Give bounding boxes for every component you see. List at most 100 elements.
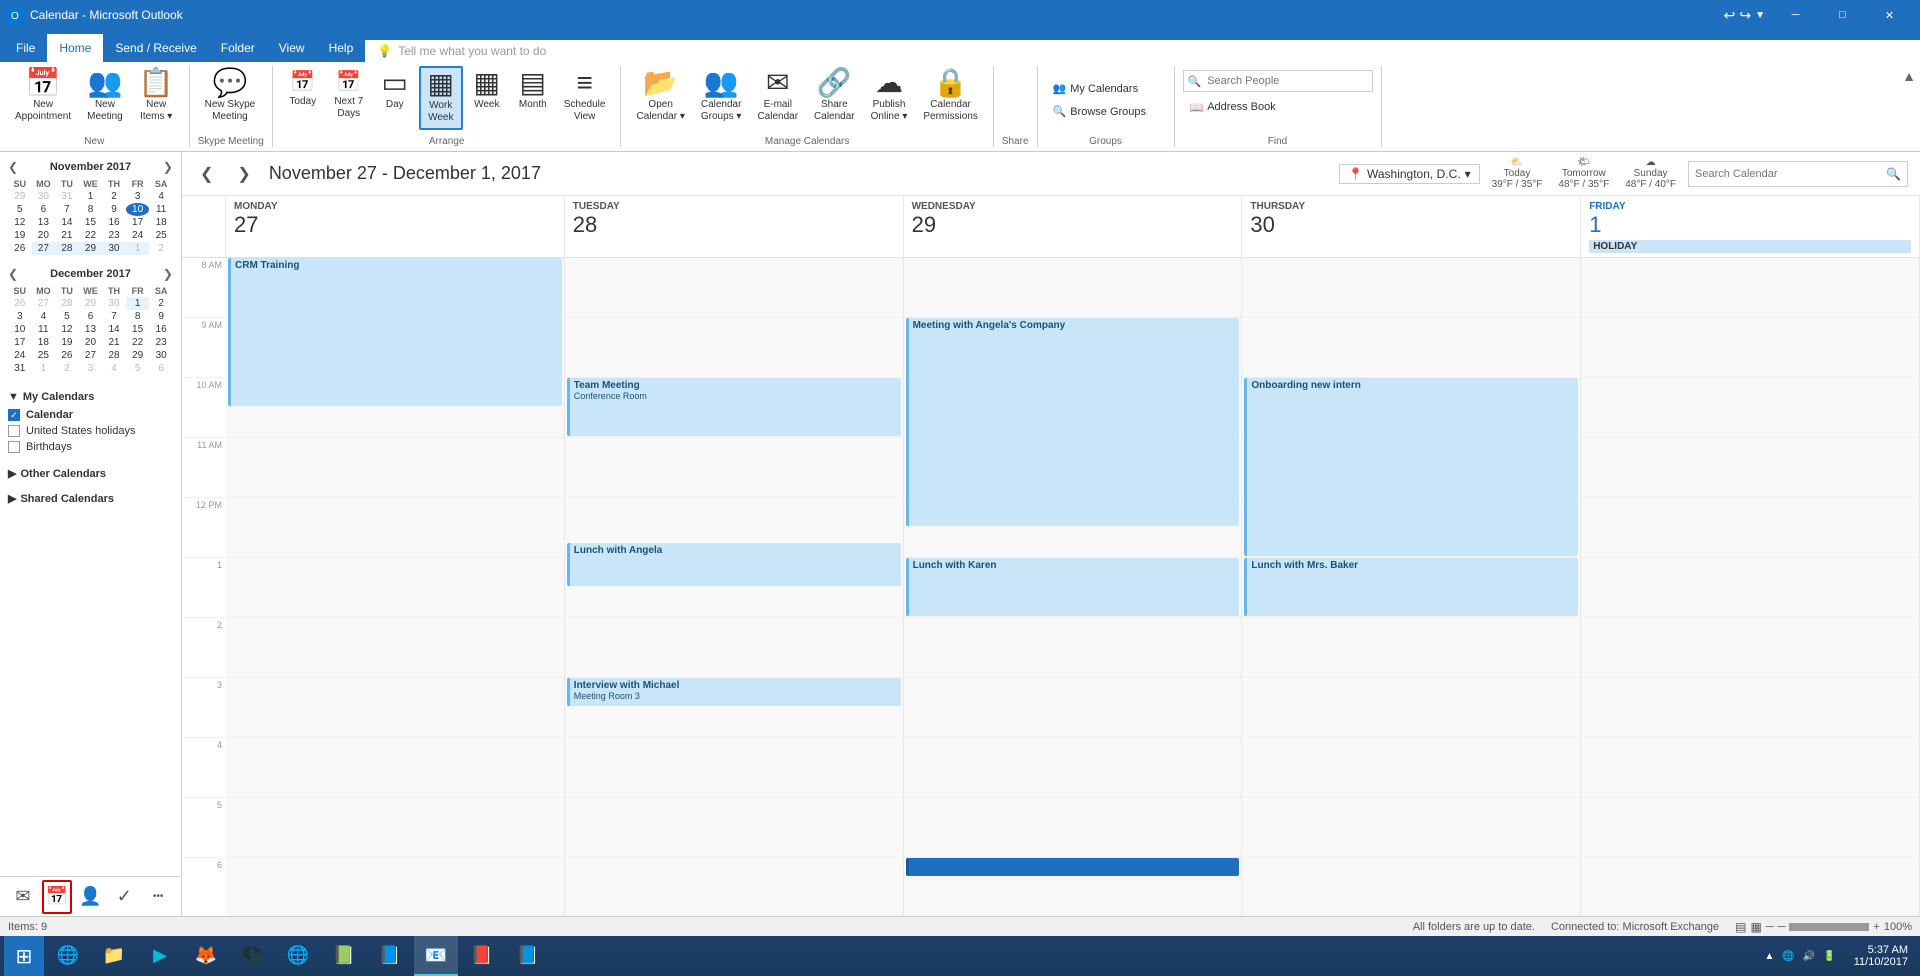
hour-cell[interactable]: [904, 618, 1242, 678]
cal-day[interactable]: 7: [55, 203, 79, 216]
new-group-button[interactable]: 👥 My Calendars: [1046, 78, 1166, 100]
hour-cell[interactable]: [904, 798, 1242, 858]
customize-icon[interactable]: ▼: [1755, 10, 1765, 21]
tray-chevron[interactable]: ▲: [1764, 951, 1774, 962]
event-onboarding[interactable]: Onboarding new intern: [1244, 378, 1578, 556]
cal-day-selected[interactable]: 29: [79, 242, 103, 255]
hour-cell[interactable]: [1242, 618, 1580, 678]
taskbar-explorer[interactable]: 📁: [92, 936, 136, 976]
share-calendar-button[interactable]: 🔗 ShareCalendar: [807, 66, 862, 130]
cal-day[interactable]: 18: [149, 216, 173, 229]
tell-me-bar[interactable]: 💡 Tell me what you want to do: [365, 40, 1920, 62]
hour-cell[interactable]: [226, 558, 564, 618]
battery-icon[interactable]: 🔋: [1823, 951, 1835, 962]
hour-cell[interactable]: [1581, 258, 1919, 318]
cal-day-selected[interactable]: 30: [102, 242, 126, 255]
cal-day[interactable]: 11: [149, 203, 173, 216]
zoom-out-icon[interactable]: ─: [1778, 921, 1786, 933]
event-lunch-baker[interactable]: Lunch with Mrs. Baker: [1244, 558, 1578, 616]
cal-day[interactable]: 19: [8, 229, 32, 242]
close-button[interactable]: ✕: [1867, 0, 1912, 30]
people-nav-button[interactable]: 👤: [76, 880, 106, 914]
cal-prev-button[interactable]: ❮: [194, 162, 219, 186]
cal-day[interactable]: 26: [8, 242, 32, 255]
more-nav-button[interactable]: •••: [143, 880, 173, 914]
taskbar-onenote[interactable]: 📘: [368, 936, 412, 976]
tasks-nav-button[interactable]: ✓: [109, 880, 139, 914]
hour-cell[interactable]: [226, 618, 564, 678]
other-calendars-header[interactable]: ▶ Other Calendars: [8, 463, 173, 484]
hour-cell[interactable]: [226, 738, 564, 798]
new-meeting-button[interactable]: 👥 NewMeeting: [80, 66, 130, 130]
prev-month-button[interactable]: ❮: [8, 160, 18, 174]
cal-day[interactable]: 20: [32, 229, 56, 242]
new-items-button[interactable]: 📋 NewItems ▾: [132, 66, 181, 130]
hour-cell[interactable]: [1581, 798, 1919, 858]
new-appointment-button[interactable]: 📅 NewAppointment: [8, 66, 78, 130]
browse-groups-button[interactable]: 🔍 Browse Groups: [1046, 101, 1166, 123]
calendar-checkbox[interactable]: ✓: [8, 409, 20, 421]
minimize-button[interactable]: ─: [1773, 0, 1818, 30]
taskbar-ie[interactable]: 🌐: [46, 936, 90, 976]
taskbar-media[interactable]: ▶: [138, 936, 182, 976]
hour-cell[interactable]: [1581, 318, 1919, 378]
prev-month-dec-button[interactable]: ❮: [8, 267, 18, 281]
today-button[interactable]: 📅 Today: [281, 66, 325, 130]
event-team-meeting[interactable]: Team MeetingConference Room: [567, 378, 901, 436]
hour-cell[interactable]: [1242, 678, 1580, 738]
cal-day[interactable]: 31: [55, 190, 79, 203]
tab-folder[interactable]: Folder: [209, 34, 267, 62]
cal-search-input[interactable]: [1695, 168, 1886, 180]
hour-cell[interactable]: [565, 618, 903, 678]
mail-nav-button[interactable]: ✉: [8, 880, 38, 914]
open-calendar-button[interactable]: 📂 OpenCalendar ▾: [629, 66, 691, 130]
next-month-button[interactable]: ❯: [163, 160, 173, 174]
cal-day-today[interactable]: 10: [126, 203, 150, 216]
hour-cell[interactable]: [226, 438, 564, 498]
cal-search-icon[interactable]: 🔍: [1886, 167, 1901, 181]
hour-cell[interactable]: [1242, 858, 1580, 916]
schedule-view-button[interactable]: ≡ ScheduleView: [557, 66, 613, 130]
hour-cell[interactable]: [226, 678, 564, 738]
hour-cell[interactable]: [565, 318, 903, 378]
event-interview[interactable]: Interview with MichaelMeeting Room 3: [567, 678, 901, 706]
event-blue-bar[interactable]: [906, 858, 1240, 876]
hour-cell[interactable]: [1581, 858, 1919, 916]
cal-day[interactable]: 17: [126, 216, 150, 229]
cal-day[interactable]: 23: [102, 229, 126, 242]
calendar-permissions-button[interactable]: 🔒 CalendarPermissions: [916, 66, 984, 130]
hour-cell[interactable]: [1242, 738, 1580, 798]
email-calendar-button[interactable]: ✉ E-mailCalendar: [750, 66, 805, 130]
cal-day[interactable]: 15: [79, 216, 103, 229]
cal-day[interactable]: 3: [126, 190, 150, 203]
tab-home[interactable]: Home: [47, 34, 103, 62]
hour-cell[interactable]: [565, 798, 903, 858]
hour-cell[interactable]: [1242, 798, 1580, 858]
hour-cell[interactable]: [904, 738, 1242, 798]
hour-cell[interactable]: [226, 798, 564, 858]
event-angela-co[interactable]: Meeting with Angela's Company: [906, 318, 1240, 526]
taskbar-outlook[interactable]: 📧: [414, 936, 458, 976]
hour-cell[interactable]: [1581, 558, 1919, 618]
tell-me-placeholder[interactable]: Tell me what you want to do: [398, 44, 546, 58]
hour-cell[interactable]: [565, 858, 903, 916]
hour-cell[interactable]: [565, 258, 903, 318]
tab-help[interactable]: Help: [317, 34, 366, 62]
cal-day[interactable]: 1: [79, 190, 103, 203]
cal-day[interactable]: 6: [32, 203, 56, 216]
ribbon-collapse-icon[interactable]: ▲: [1902, 68, 1916, 84]
my-calendars-header[interactable]: ▼ My Calendars: [8, 387, 173, 407]
hour-cell[interactable]: [565, 438, 903, 498]
cal-day[interactable]: 25: [149, 229, 173, 242]
cal-day-selected[interactable]: 28: [55, 242, 79, 255]
hour-cell[interactable]: [904, 258, 1242, 318]
month-button[interactable]: ▤ Month: [511, 66, 555, 130]
cal-day[interactable]: 24: [126, 229, 150, 242]
publish-online-button[interactable]: ☁ PublishOnline ▾: [864, 66, 915, 130]
tab-send-receive[interactable]: Send / Receive: [103, 34, 208, 62]
hour-cell[interactable]: [226, 498, 564, 558]
next-month-dec-button[interactable]: ❯: [163, 267, 173, 281]
cal-day[interactable]: 21: [55, 229, 79, 242]
day-button[interactable]: ▭ Day: [373, 66, 417, 130]
cal-day-selected[interactable]: 27: [32, 242, 56, 255]
